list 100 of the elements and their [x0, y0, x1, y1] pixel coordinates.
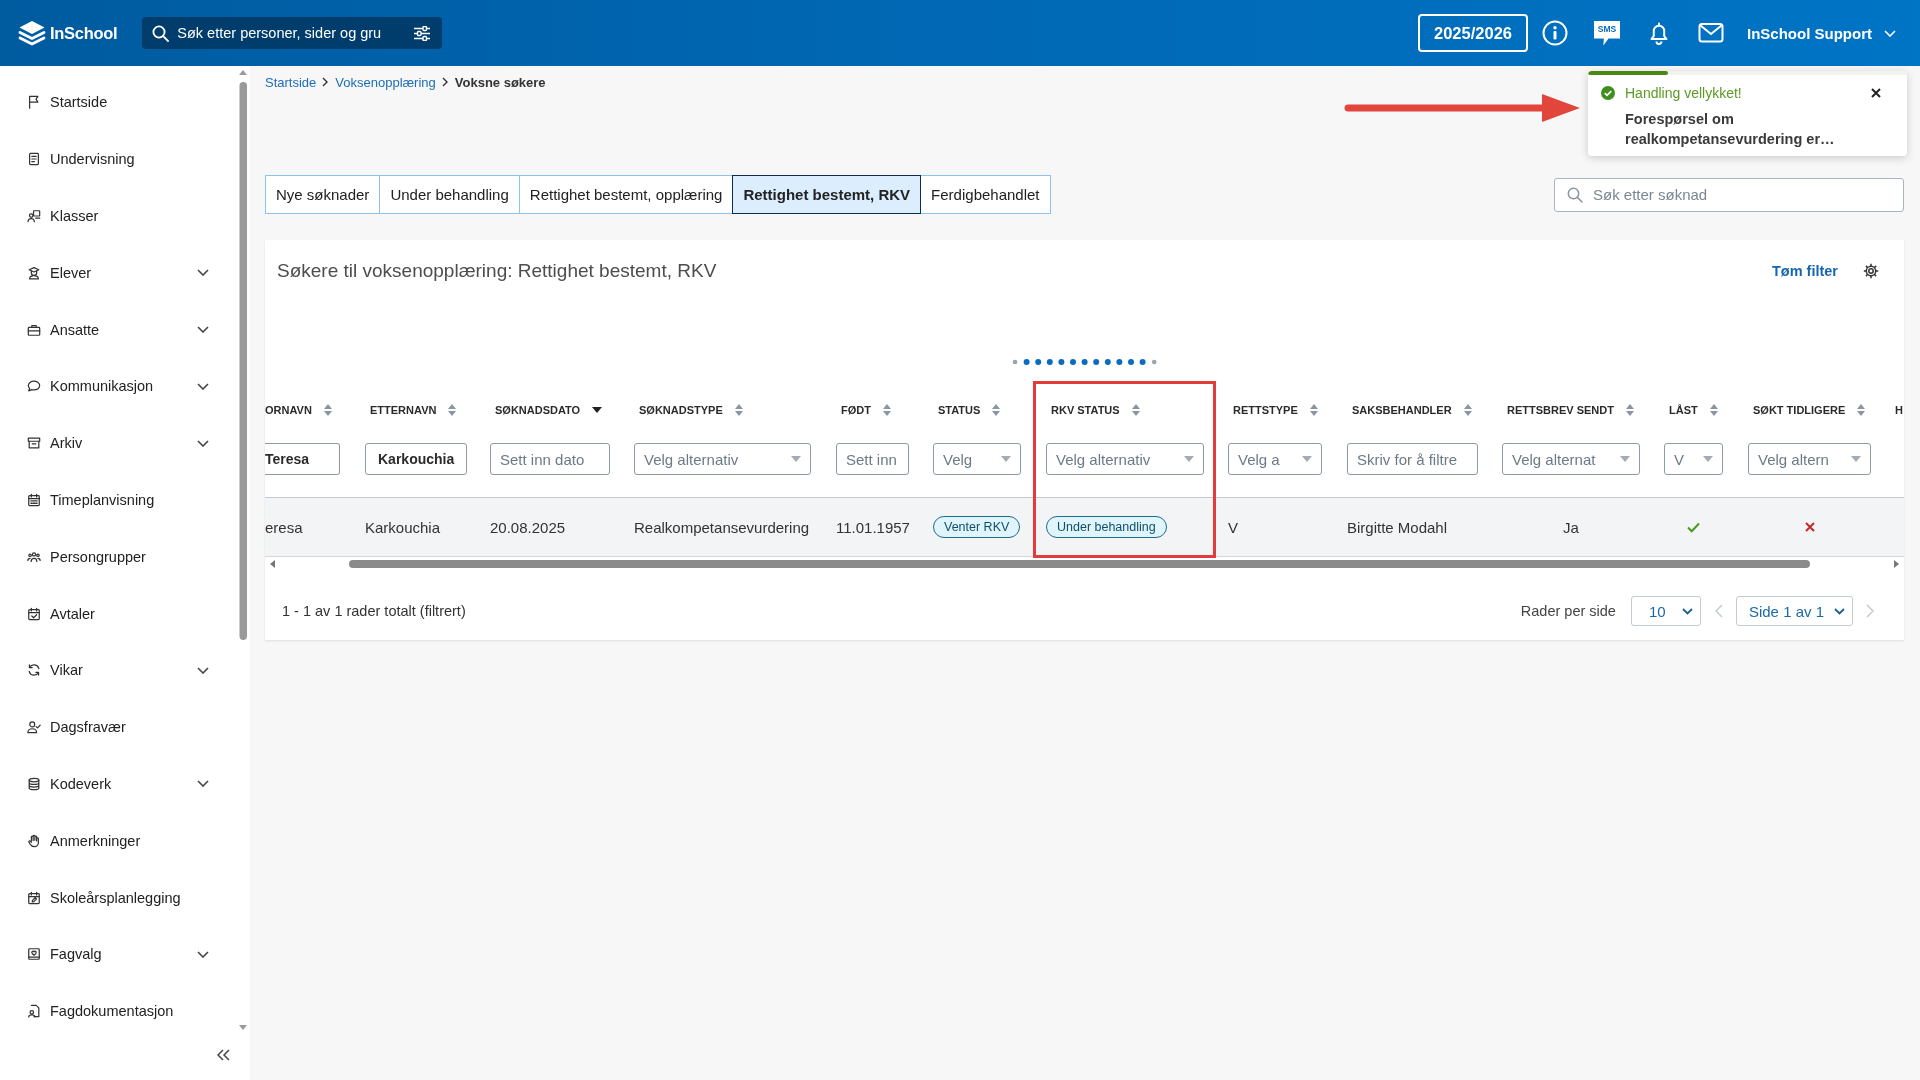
breadcrumb-current: Voksne søkere: [454, 74, 546, 90]
sort-icon[interactable]: [734, 404, 743, 416]
sms-button[interactable]: SMS: [1594, 20, 1620, 46]
caret-down-icon: [1001, 456, 1011, 462]
sidebar-item[interactable]: Dagsfravær: [0, 698, 236, 756]
check-circle-icon: [1601, 86, 1615, 100]
people-icon: [27, 549, 41, 564]
filter-field[interactable]: Karkouchia: [365, 443, 468, 475]
sort-icon[interactable]: [1463, 404, 1472, 416]
column-header[interactable]: LÅST: [1669, 404, 1698, 416]
calendar-icon: [27, 492, 41, 507]
caret-down-icon: [1620, 456, 1630, 462]
column-header[interactable]: H: [1895, 404, 1903, 416]
column-header[interactable]: RKV STATUS: [1051, 404, 1120, 416]
page-select[interactable]: Side 1 av 1: [1735, 596, 1853, 626]
clear-filter-link[interactable]: Tøm filter: [1771, 263, 1838, 279]
sidebar-item[interactable]: Elever: [0, 244, 236, 302]
filter-field[interactable]: Teresa: [265, 443, 340, 475]
sidebar-item[interactable]: Klasser: [0, 187, 236, 245]
column-header[interactable]: SAKSBEHANDLER: [1352, 404, 1452, 416]
table-cell-text: eresa: [265, 517, 304, 538]
mail-icon[interactable]: [1698, 22, 1724, 44]
double-chevron-left-icon[interactable]: [217, 1049, 230, 1061]
column-header[interactable]: SØKT TIDLIGERE: [1753, 404, 1846, 416]
chevron-down-icon: [1884, 29, 1896, 37]
rows-per-page-label: Rader per side: [1520, 603, 1616, 619]
column-header[interactable]: SØKNADSTYPE: [639, 404, 723, 416]
student-icon: [27, 265, 41, 280]
filter-select[interactable]: Velg alternativ: [634, 443, 811, 475]
settings-icon[interactable]: [1863, 263, 1879, 279]
chevron-right-icon: [322, 77, 329, 87]
caret-down-icon: [1302, 456, 1312, 462]
filter-select[interactable]: Velg alternativ: [1046, 443, 1204, 475]
filter-field[interactable]: Sett inn dato: [490, 443, 610, 475]
sort-icon[interactable]: [323, 404, 332, 416]
sidebar-item[interactable]: Undervisning: [0, 130, 236, 188]
info-icon[interactable]: [1542, 20, 1568, 46]
notebook-icon: [27, 152, 41, 167]
column-header[interactable]: ORNAVN: [265, 404, 312, 416]
toast-title: Handling vellykket!: [1625, 85, 1742, 101]
column-header[interactable]: STATUS: [938, 404, 981, 416]
breadcrumb-link[interactable]: Startside: [265, 74, 317, 90]
sidebar-item[interactable]: Arkiv: [0, 414, 236, 472]
sidebar-item[interactable]: Avtaler: [0, 585, 236, 642]
tab[interactable]: Rettighet bestemt, RKV: [732, 175, 922, 214]
caret-down-icon: [1851, 456, 1861, 462]
tab[interactable]: Nye søknader: [265, 175, 381, 214]
caret-down-icon: [791, 456, 801, 462]
filter-select[interactable]: Velg a: [1228, 443, 1322, 475]
school-year-button[interactable]: 2025/2026: [1418, 14, 1528, 52]
filter-select[interactable]: Velg alternat: [1502, 443, 1640, 475]
sidebar-item[interactable]: Ansatte: [0, 301, 236, 358]
sort-icon[interactable]: [1857, 404, 1866, 416]
sidebar-item[interactable]: Anmerkninger: [0, 812, 236, 870]
filter-select[interactable]: Velg: [933, 443, 1021, 475]
breadcrumb-link[interactable]: Voksenopplæring: [335, 74, 436, 90]
user-menu-button[interactable]: InSchool Support: [1747, 24, 1896, 42]
sidebar-item[interactable]: Persongrupper: [0, 528, 236, 586]
classroom-icon: [27, 209, 41, 223]
filter-field[interactable]: Sett inn: [836, 443, 909, 475]
sidebar-item[interactable]: Kommunikasjon: [0, 358, 236, 415]
filter-select[interactable]: V: [1664, 443, 1723, 475]
sort-icon[interactable]: [1131, 404, 1140, 416]
sort-icon[interactable]: [1709, 404, 1718, 416]
person-check-icon: [27, 720, 41, 735]
table-cell-text: Birgitte Modahl: [1347, 517, 1449, 538]
sidebar-item[interactable]: Fagdokumentasjon: [0, 982, 236, 1040]
briefcase-icon: [27, 322, 41, 337]
sidebar-item[interactable]: Fagvalg: [0, 925, 236, 983]
filter-select[interactable]: Velg altern: [1748, 443, 1871, 475]
sidebar-item[interactable]: Skoleårsplanlegging: [0, 869, 236, 926]
sidebar-item[interactable]: Kodeverk: [0, 755, 236, 813]
rows-per-page-select[interactable]: 10: [1630, 596, 1701, 626]
search-field[interactable]: Søk etter personer, sider og gru: [142, 17, 443, 49]
close-icon[interactable]: [1871, 88, 1881, 98]
sidebar-item[interactable]: Timeplanvisning: [0, 471, 236, 529]
caret-down-icon: [1703, 456, 1713, 462]
column-header[interactable]: FØDT: [841, 404, 871, 416]
table-cell-text: Ja: [1562, 517, 1580, 538]
search-field[interactable]: Søk etter søknad: [1554, 177, 1904, 212]
filter-sliders-icon[interactable]: [414, 25, 431, 41]
tab[interactable]: Under behandling: [379, 175, 520, 214]
sort-icon[interactable]: [448, 404, 457, 416]
column-header[interactable]: RETTSBREV SENDT: [1507, 404, 1614, 416]
column-header[interactable]: SØKNADSDATO: [495, 404, 581, 416]
column-header[interactable]: ETTERNAVN: [370, 404, 437, 416]
sort-descending-icon[interactable]: [592, 407, 603, 413]
sort-icon[interactable]: [1625, 404, 1634, 416]
filter-field[interactable]: Skriv for å filtre: [1347, 443, 1478, 475]
sort-icon[interactable]: [882, 404, 891, 416]
document-person-icon: [27, 1004, 41, 1019]
tab[interactable]: Ferdigbehandlet: [920, 175, 1051, 214]
sort-icon[interactable]: [992, 404, 1001, 416]
calendar-edit-icon: [27, 890, 41, 905]
sidebar-item[interactable]: Startside: [0, 74, 236, 131]
sort-icon[interactable]: [1309, 404, 1318, 416]
chevron-down-icon: [1681, 607, 1693, 615]
sidebar-item[interactable]: Vikar: [0, 641, 236, 699]
tab[interactable]: Rettighet bestemt, opplæring: [518, 175, 734, 214]
column-header[interactable]: RETTSTYPE: [1233, 404, 1298, 416]
